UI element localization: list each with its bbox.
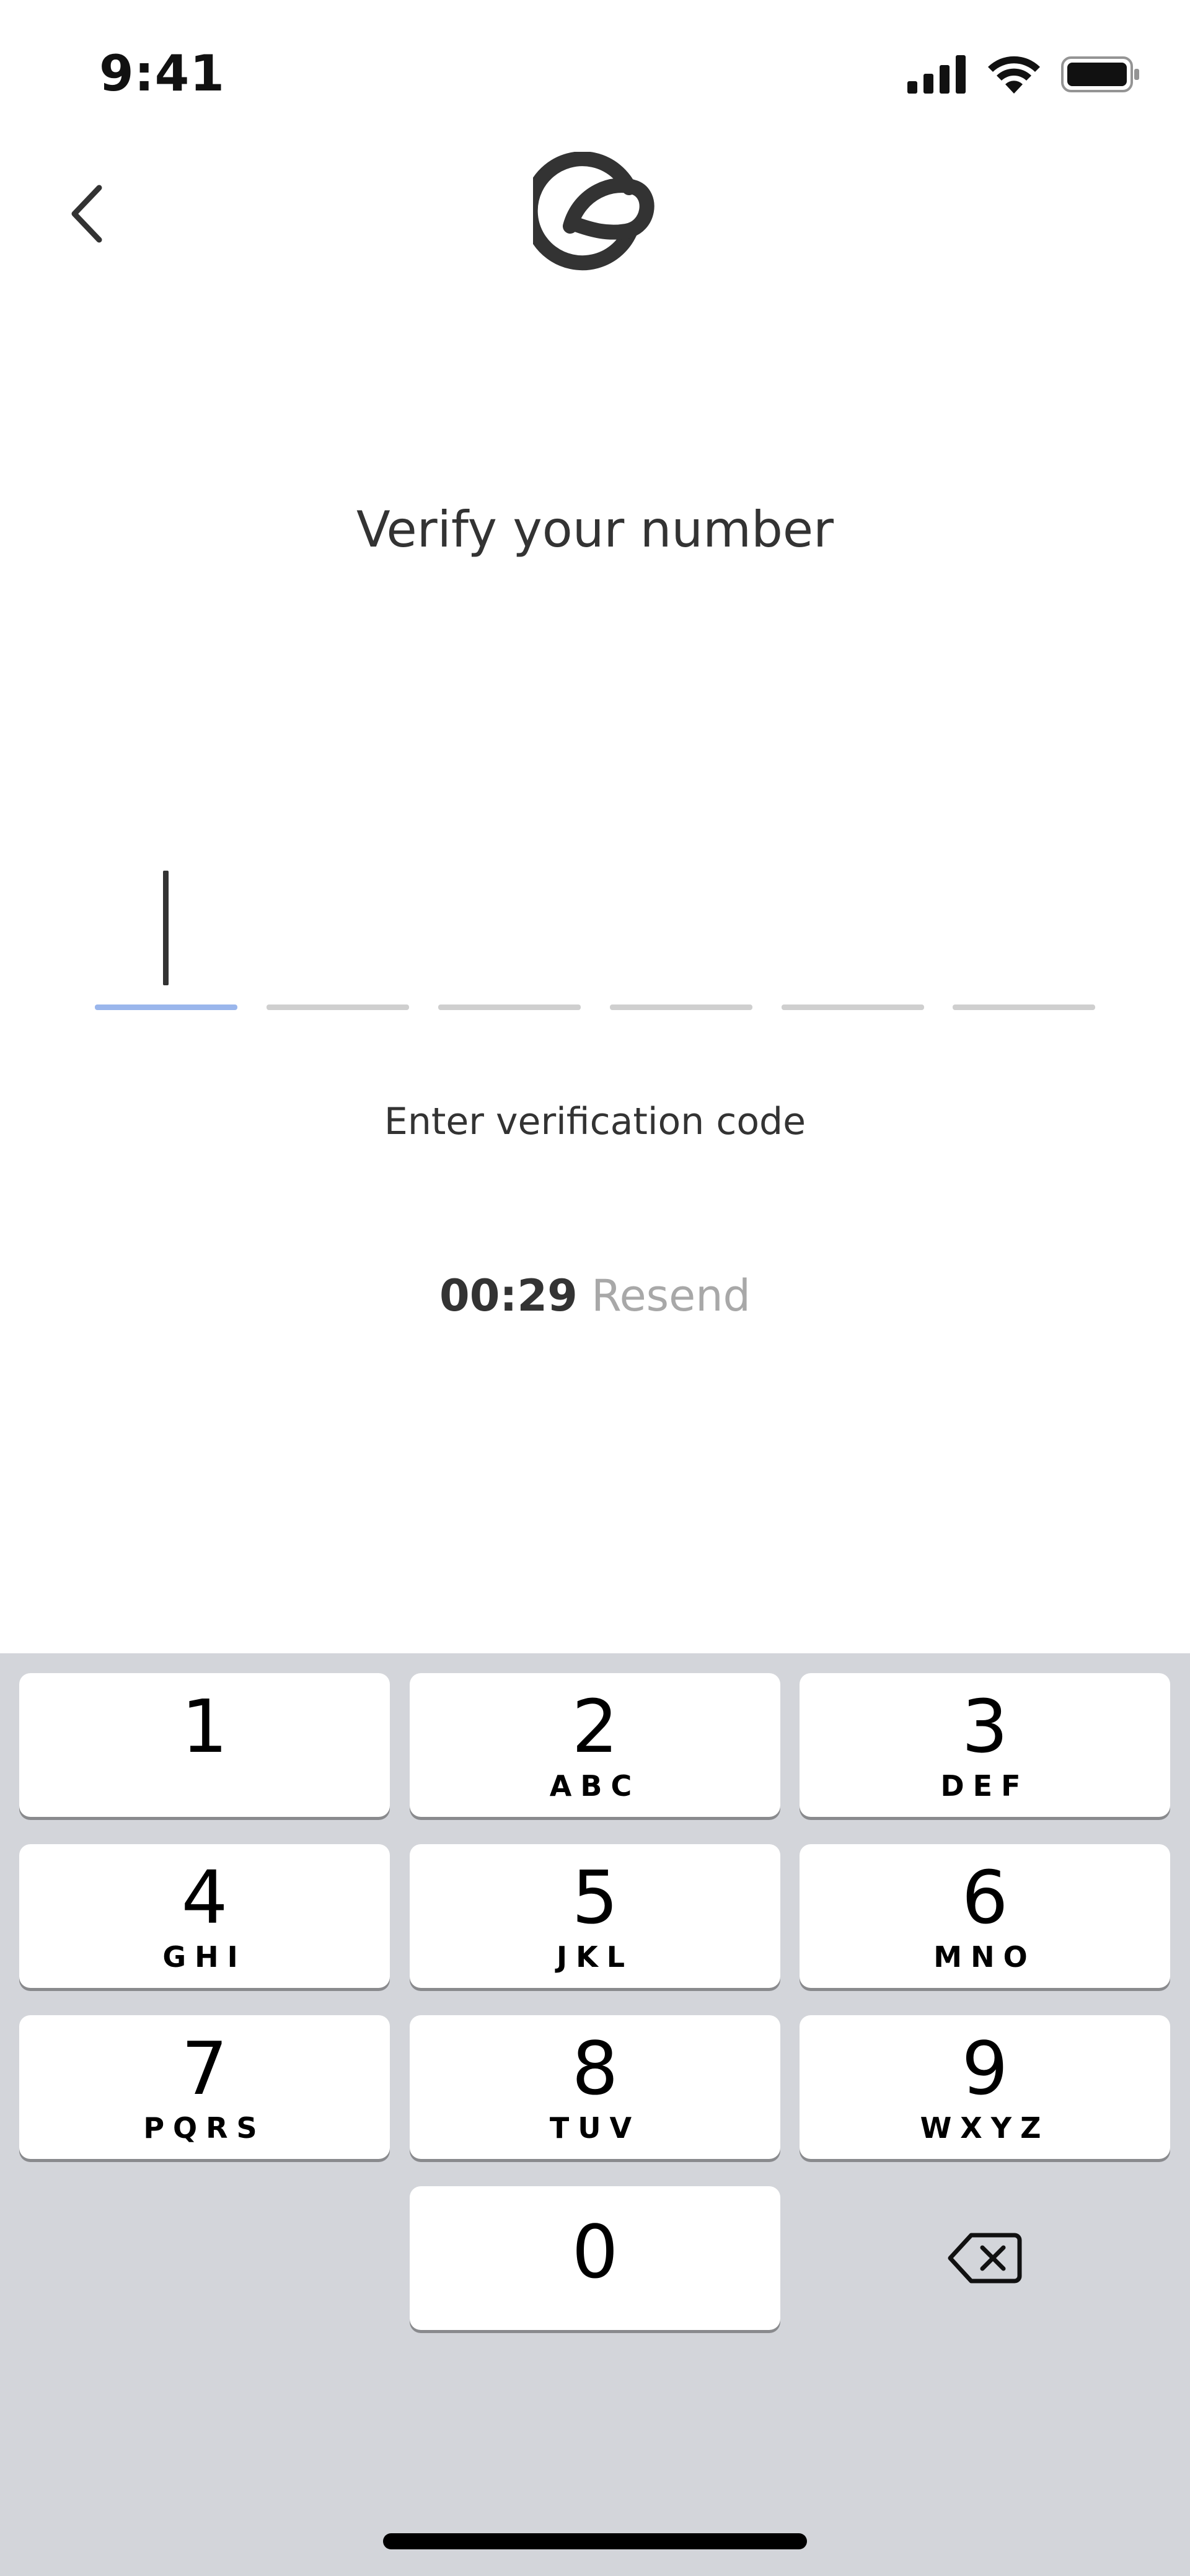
key-letters: ABC <box>549 1769 641 1803</box>
resend-link[interactable]: Resend <box>591 1270 751 1321</box>
key-number: 3 <box>961 1684 1008 1769</box>
verify-number-screen: 9:41 Verify your number Enter verificati… <box>0 0 1190 2576</box>
key-7[interactable]: 7 PQRS <box>19 2015 390 2159</box>
code-digit-4[interactable] <box>610 855 752 1010</box>
key-number: 7 <box>181 2026 228 2111</box>
key-0[interactable]: 0 <box>410 2186 780 2330</box>
verification-hint: Enter verification code <box>384 1100 806 1143</box>
key-number: 0 <box>571 2209 619 2295</box>
resend-timer-row: 00:29 Resend <box>0 1270 1190 1321</box>
countdown-timer: 00:29 <box>439 1270 578 1321</box>
code-underline-active <box>95 1004 237 1010</box>
verification-code-input[interactable] <box>95 855 1095 1010</box>
key-5[interactable]: 5 JKL <box>410 1844 780 1988</box>
key-letters: WXYZ <box>920 2111 1050 2145</box>
key-letters: MNO <box>933 1940 1036 1974</box>
code-digit-6[interactable] <box>953 855 1095 1010</box>
key-number: 1 <box>181 1684 228 1769</box>
code-underline <box>267 1004 409 1010</box>
back-button[interactable] <box>59 180 115 248</box>
numeric-keypad: 1 2 ABC 3 DEF 4 GHI 5 JKL 6 MNO 7 PQRS 8 <box>0 1653 1190 2576</box>
key-number: 5 <box>571 1855 619 1940</box>
page-title: Verify your number <box>356 501 834 558</box>
key-9[interactable]: 9 WXYZ <box>800 2015 1170 2159</box>
key-letters: DEF <box>940 1769 1029 1803</box>
status-icons <box>907 50 1140 99</box>
key-number: 9 <box>961 2026 1008 2111</box>
code-digit-3[interactable] <box>438 855 581 1010</box>
code-underline <box>438 1004 581 1010</box>
cellular-signal-icon <box>907 55 966 94</box>
app-logo-icon <box>533 152 654 271</box>
wifi-icon <box>988 56 1040 94</box>
key-letters: TUV <box>549 2111 641 2145</box>
backspace-icon <box>948 2233 1022 2284</box>
code-digit-5[interactable] <box>782 855 924 1010</box>
key-1[interactable]: 1 <box>19 1673 390 1817</box>
status-time: 9:41 <box>99 45 225 102</box>
key-8[interactable]: 8 TUV <box>410 2015 780 2159</box>
key-4[interactable]: 4 GHI <box>19 1844 390 1988</box>
code-underline <box>782 1004 924 1010</box>
key-number: 2 <box>571 1684 619 1769</box>
code-digit-1[interactable] <box>95 855 237 1010</box>
key-letters: JKL <box>556 1940 634 1974</box>
key-6[interactable]: 6 MNO <box>800 1844 1170 1988</box>
battery-icon <box>1061 56 1139 92</box>
home-indicator <box>383 2533 807 2549</box>
code-digit-2[interactable] <box>267 855 409 1010</box>
code-underline <box>953 1004 1095 1010</box>
delete-button[interactable] <box>800 2186 1170 2330</box>
code-underline <box>610 1004 752 1010</box>
key-number: 6 <box>961 1855 1008 1940</box>
key-3[interactable]: 3 DEF <box>800 1673 1170 1817</box>
key-number: 8 <box>571 2026 619 2111</box>
status-bar: 9:41 <box>0 0 1190 143</box>
key-letters: PQRS <box>143 2111 266 2145</box>
key-number: 4 <box>181 1855 228 1940</box>
key-2[interactable]: 2 ABC <box>410 1673 780 1817</box>
text-caret <box>163 871 169 985</box>
key-letters: GHI <box>162 1940 247 1974</box>
chevron-left-icon <box>71 185 102 243</box>
